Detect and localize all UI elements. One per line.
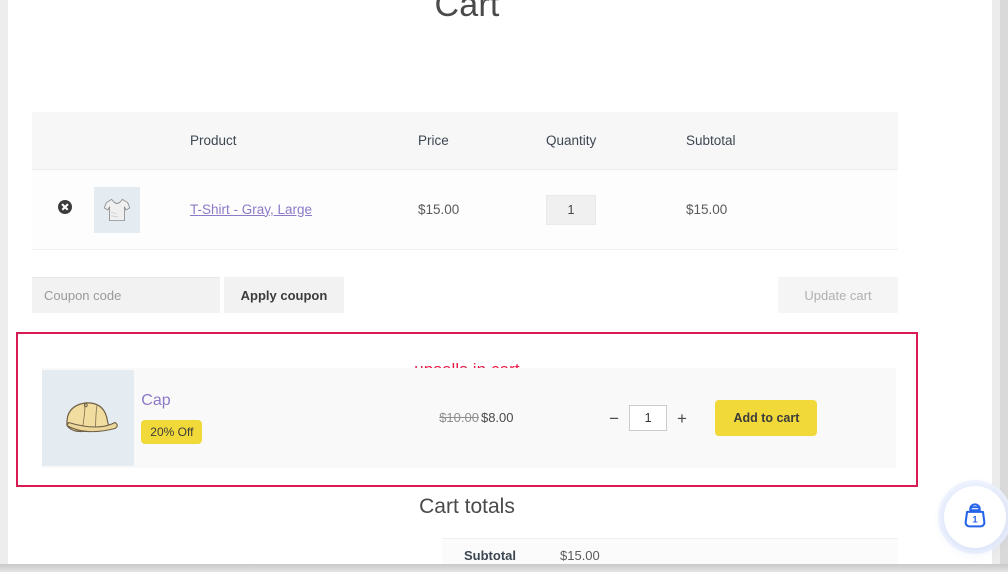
column-header-subtotal: Subtotal [686,133,736,148]
quantity-input[interactable]: 1 [546,194,596,225]
column-header-price: Price [418,133,449,148]
discount-badge: 20% Off [141,420,203,444]
upsell-thumbnail-cell[interactable] [42,370,141,466]
browser-viewport: Cart Product Price Quantity Subtotal T-S… [0,0,1008,572]
apply-coupon-button[interactable]: Apply coupon [224,277,344,313]
cell-thumbnail[interactable] [94,186,190,233]
upsell-item: Cap 20% Off $10.00$8.00 − + Add to cart [42,368,896,468]
page-title: Cart [434,0,500,24]
shopping-bag-icon: 1 [964,503,986,528]
remove-item-icon[interactable] [58,200,72,214]
product-link[interactable]: T-Shirt - Gray, Large [190,202,312,217]
coupon-input[interactable] [32,277,220,313]
upsell-info: Cap 20% Off [141,392,439,444]
cart-table: Product Price Quantity Subtotal T-Shirt … [32,112,898,250]
price-original: $10.00 [439,410,479,425]
add-to-cart-button[interactable]: Add to cart [715,400,818,436]
quantity-increase-button[interactable]: + [675,410,689,427]
upsell-quantity-input[interactable] [629,405,668,431]
upsell-quantity-stepper: − + [607,405,715,431]
tshirt-thumbnail[interactable] [94,186,140,233]
price-discounted: $8.00 [480,410,514,425]
cart-totals-table: Subtotal $15.00 [442,538,898,564]
upsell-action: Add to cart [715,400,896,436]
cart-count-badge: 1 [972,515,977,525]
table-row: T-Shirt - Gray, Large $15.00 1 $15.00 [32,170,898,250]
upsell-title[interactable]: Cap [141,392,439,410]
cart-table-header-row: Product Price Quantity Subtotal [32,112,898,170]
totals-row-label: Subtotal [464,548,516,563]
cell-product: T-Shirt - Gray, Large [190,201,418,219]
cart-page: Cart Product Price Quantity Subtotal T-S… [8,0,1000,564]
column-header-quantity: Quantity [546,133,597,148]
cell-quantity: 1 [546,194,686,225]
cap-thumbnail[interactable] [42,370,134,466]
quantity-decrease-button[interactable]: − [607,410,621,427]
cell-remove [32,200,94,219]
cart-totals-title: Cart totals [419,495,515,518]
floating-cart-button[interactable]: 1 [944,486,1006,548]
upsells-container: upsells in cart Cap [16,332,918,487]
page-scrollbar[interactable] [992,0,1000,564]
cell-price: $15.00 [418,202,460,217]
cell-subtotal: $15.00 [686,202,728,217]
totals-row-value: $15.00 [560,548,600,563]
coupon-row: Apply coupon Update cart [32,277,898,313]
page-left-gutter [0,0,8,564]
page-bottom-shadow [0,564,1008,572]
column-header-product: Product [190,133,237,148]
upsell-price: $10.00 $8.00 [439,409,607,427]
update-cart-button[interactable]: Update cart [778,277,898,313]
